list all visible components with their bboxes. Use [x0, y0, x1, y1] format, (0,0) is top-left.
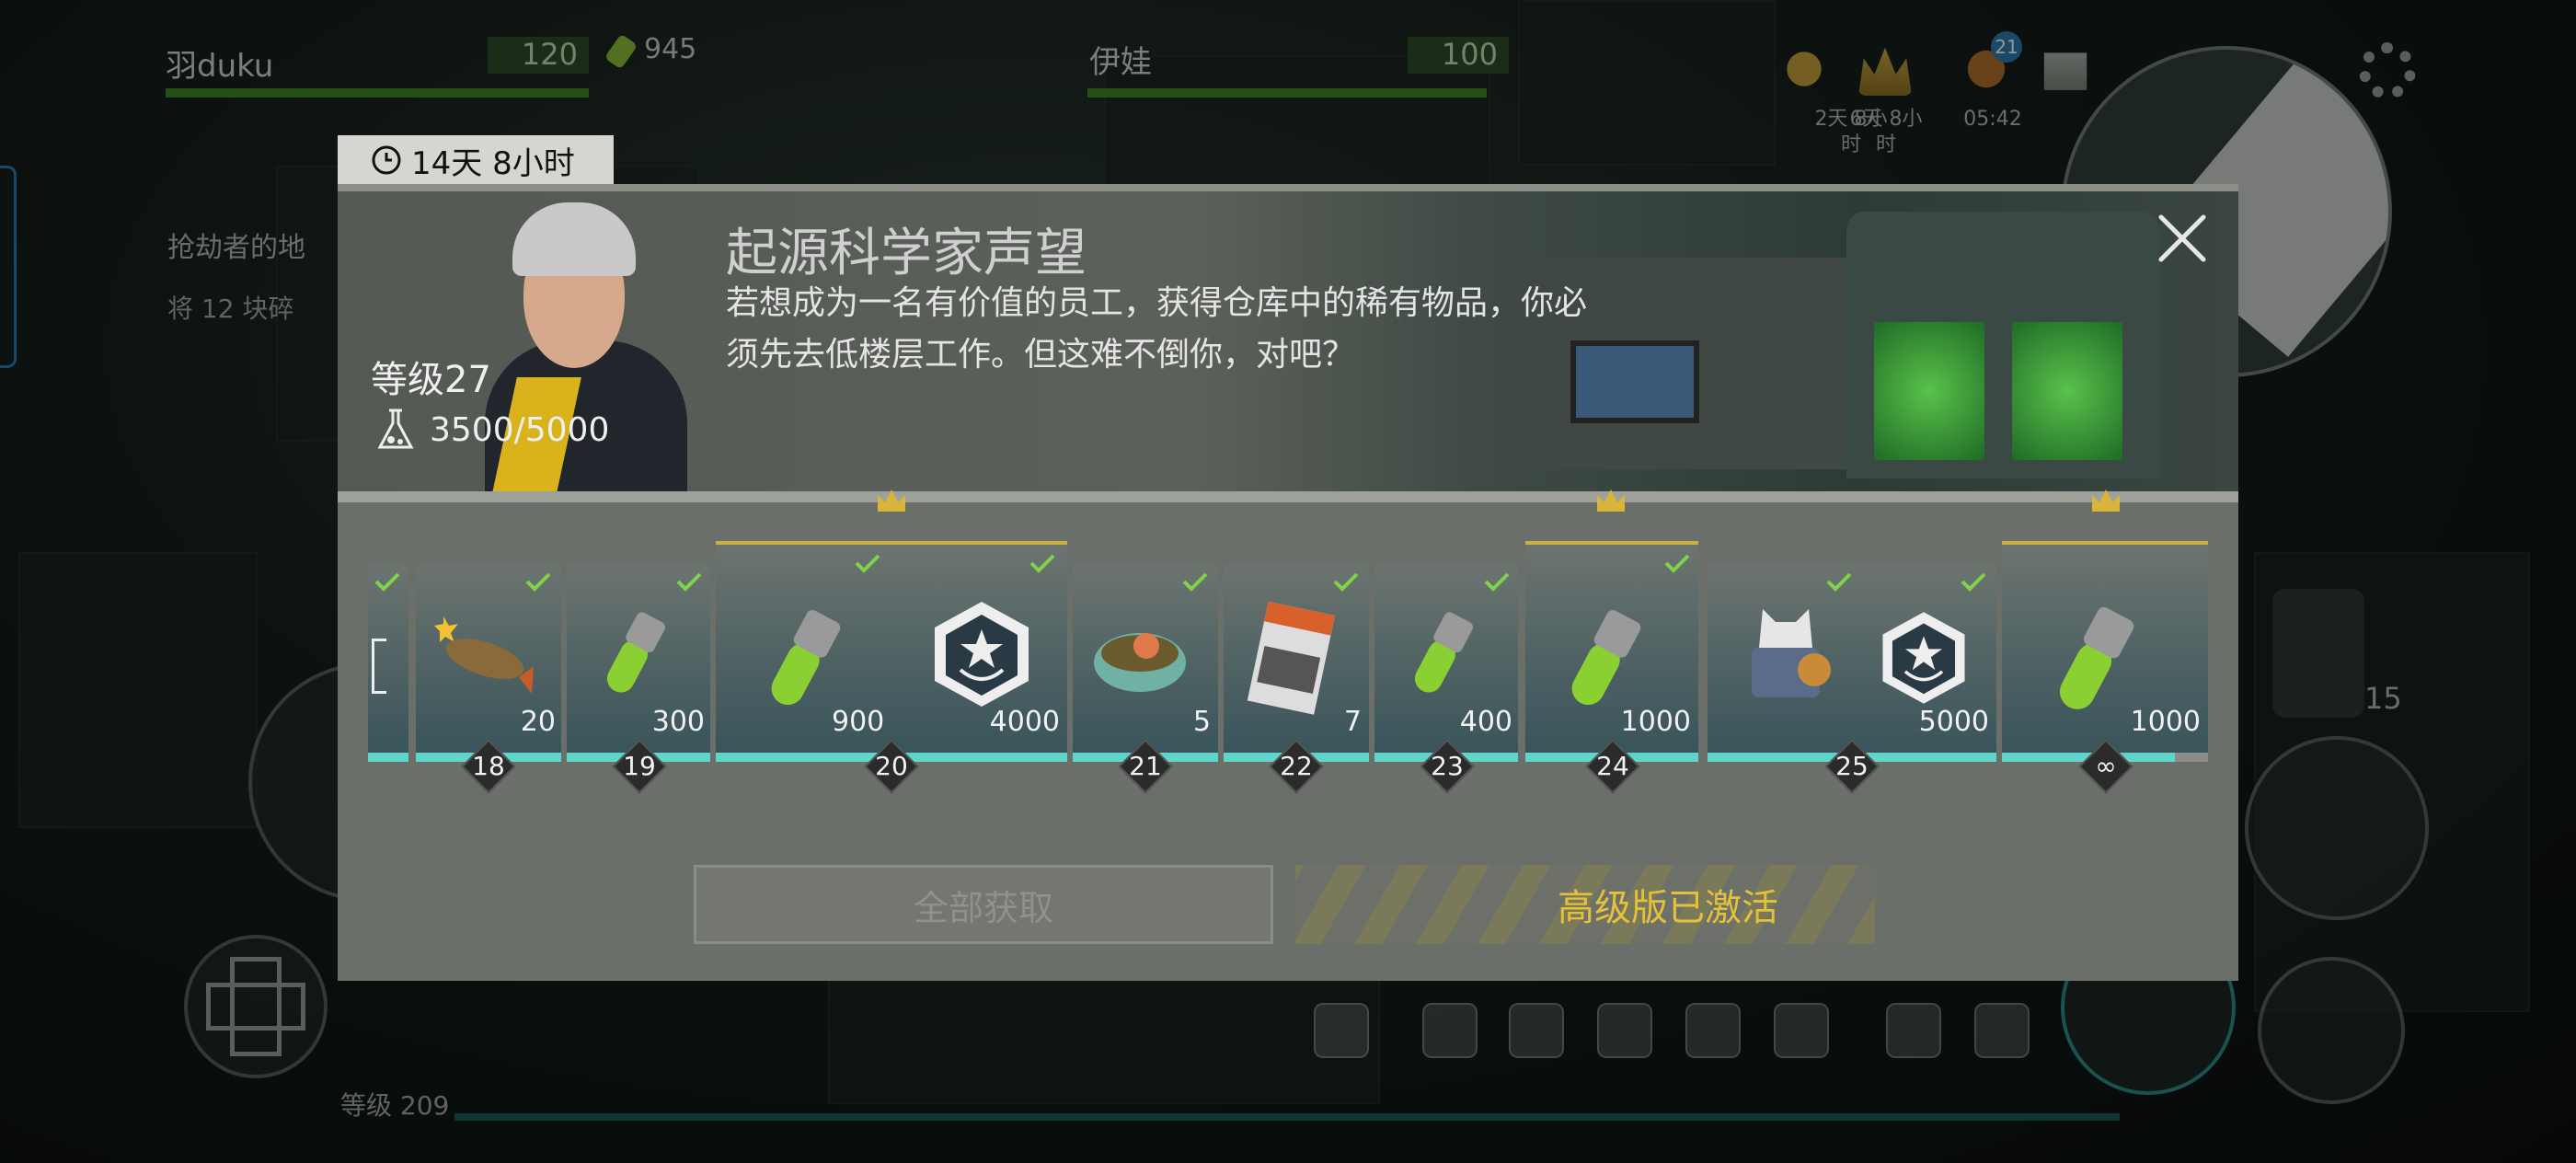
- item-partial-icon: [372, 639, 386, 694]
- premium-crown-icon: [878, 489, 905, 512]
- claimed-check-icon: [525, 572, 551, 592]
- claimed-check-icon: [676, 572, 702, 592]
- reputation-progress: 3500/5000: [371, 405, 609, 455]
- claimed-check-icon: [1826, 572, 1852, 592]
- level-marker-24: 24: [1585, 739, 1640, 794]
- reward-cell-25[interactable]: 5000: [1708, 565, 1996, 762]
- claimed-check-icon: [1961, 572, 1986, 592]
- armor-icon: [1752, 609, 1831, 697]
- claimed-check-icon: [1182, 572, 1208, 592]
- claimed-check-icon: [1029, 554, 1055, 573]
- reputation-value: 3500/5000: [430, 410, 610, 449]
- reward-qty: 1000: [2130, 706, 2201, 738]
- reward-cell-20[interactable]: 900 4000: [716, 489, 1067, 762]
- reward-qty: 1000: [1620, 706, 1691, 738]
- level-marker-22: 22: [1269, 739, 1324, 794]
- level-marker-20: 20: [864, 739, 919, 794]
- premium-activated-label: 高级版已激活: [1558, 887, 1778, 929]
- food-bowl-icon: [1094, 633, 1186, 692]
- level-marker-23: 23: [1420, 739, 1475, 794]
- claimed-check-icon: [1664, 554, 1690, 573]
- banner-top-border: [338, 184, 2238, 191]
- reward-qty: 900: [832, 706, 885, 738]
- premium-activated-banner: 高级版已激活: [1295, 865, 1875, 944]
- level-marker-19: 19: [612, 739, 667, 794]
- green-vial-icon: [606, 612, 666, 693]
- premium-crown-icon: [2092, 489, 2120, 512]
- reward-qty: 7: [1343, 706, 1362, 738]
- dialog-description: 若想成为一名有价值的员工，获得仓库中的稀有物品，你必须先去低楼层工作。但这难不倒…: [726, 284, 1588, 374]
- reward-qty: 5: [1192, 706, 1211, 738]
- emblem-icon: [935, 602, 1029, 707]
- reactor-chamber: [1846, 212, 2159, 478]
- clock-icon: [372, 145, 401, 175]
- claimed-check-icon: [855, 554, 880, 573]
- reward-qty: 300: [651, 706, 705, 738]
- claim-all-button[interactable]: 全部获取: [694, 865, 1273, 944]
- level-marker-21: 21: [1118, 739, 1173, 794]
- close-icon[interactable]: [2150, 206, 2214, 271]
- emblem-icon: [1882, 612, 1965, 704]
- level-marker-infinite: ∞: [2078, 739, 2133, 794]
- flask-icon: [377, 409, 414, 449]
- reward-track[interactable]: 20 300 900 4000 5 7 400 1000 5000 1000 1…: [368, 489, 2208, 795]
- reputation-level: 等级27: [371, 359, 491, 401]
- reward-qty: 400: [1459, 706, 1512, 738]
- premium-crown-icon: [1597, 489, 1625, 512]
- reward-cell-23[interactable]: 400: [1374, 565, 1518, 762]
- reward-cell-19[interactable]: 300: [567, 565, 710, 762]
- banner-divider: [338, 491, 2238, 502]
- claimed-check-icon: [374, 572, 400, 592]
- reward-cell-21[interactable]: 5: [1073, 565, 1218, 762]
- reward-cell-18[interactable]: 20: [416, 565, 561, 762]
- event-timer-tab: 14天 8小时: [338, 135, 614, 185]
- magazine-icon: [1247, 601, 1336, 715]
- reward-qty: 20: [520, 706, 556, 738]
- dialog-title: 起源科学家声望: [726, 224, 1087, 283]
- level-marker-18: 18: [461, 739, 516, 794]
- reward-cell-infinite[interactable]: 1000: [2002, 489, 2208, 762]
- fish-icon: [434, 616, 534, 694]
- reward-qty: 4000: [989, 706, 1060, 738]
- reward-cell-partial[interactable]: [368, 565, 408, 762]
- green-vial-icon: [1414, 612, 1474, 693]
- reward-qty: 5000: [1918, 706, 1989, 738]
- claimed-check-icon: [1484, 572, 1510, 592]
- event-timer-text: 14天 8小时: [411, 144, 575, 182]
- reputation-banner: 起源科学家声望 若想成为一名有价值的员工，获得仓库中的稀有物品，你必须先去低楼层…: [338, 184, 2238, 491]
- reward-cell-24[interactable]: 1000: [1525, 489, 1698, 762]
- reward-cell-22[interactable]: 7: [1224, 565, 1369, 762]
- level-marker-25: 25: [1824, 739, 1880, 794]
- green-vial-icon: [771, 610, 841, 706]
- claimed-check-icon: [1333, 572, 1359, 592]
- green-vial-icon: [1571, 610, 1641, 706]
